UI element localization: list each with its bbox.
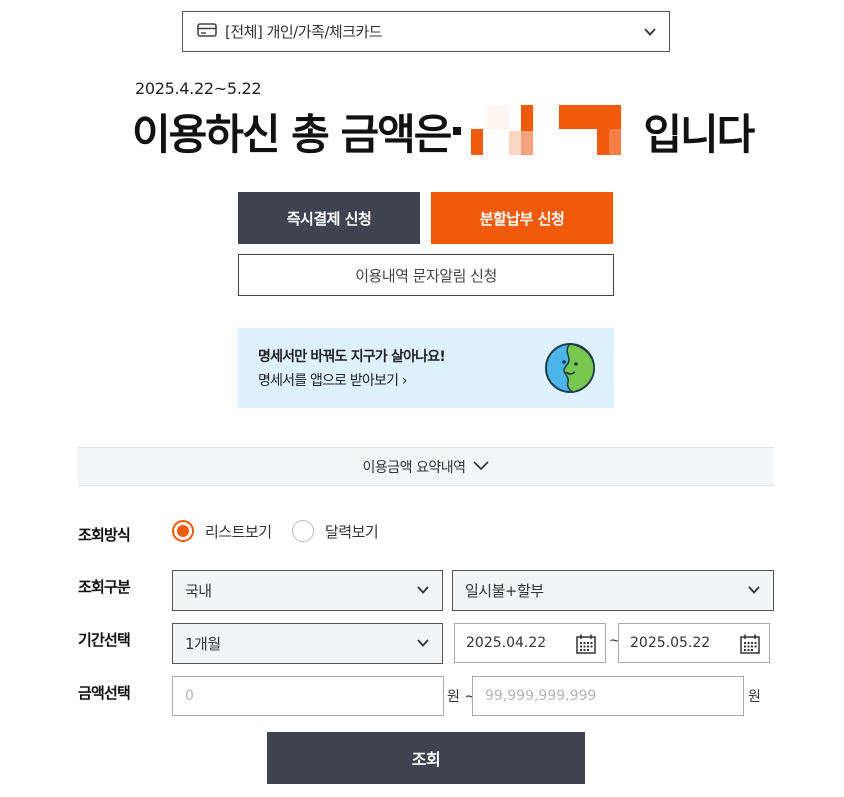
search-button[interactable]: 조회 [267,732,585,784]
banner-link[interactable]: 명세서를 앱으로 받아보기 › [258,370,407,390]
payment-type-select[interactable]: 일시불+할부 [452,570,774,611]
view-mode-label: 조회방식 [78,526,131,544]
chevron-down-icon [466,459,490,475]
category-label: 조회구분 [78,578,131,596]
radio-selected-indicator [172,520,194,542]
total-suffix: 입니다 [643,109,755,159]
amount-label: 금액선택 [78,684,131,702]
credit-card-icon [197,22,217,42]
masked-amount [469,105,639,157]
billing-period: 2025.4.22~5.22 [135,79,262,98]
usage-summary-toggle[interactable]: 이용금액 요약내역 [78,447,774,486]
calendar-icon[interactable] [575,633,597,659]
banner-headline: 명세서만 바꿔도 지구가 살아나요! [258,349,446,365]
eco-statement-banner[interactable]: 명세서만 바꿔도 지구가 살아나요! 명세서를 앱으로 받아보기 › [238,328,614,408]
card-type-select[interactable]: [전체] 개인/가족/체크카드 [182,11,670,52]
radio-list-view[interactable]: 리스트보기 [172,520,272,542]
region-select[interactable]: 국내 [172,570,443,611]
start-date-field[interactable]: 2025.04.22 [454,623,606,663]
min-amount-input[interactable] [172,676,444,716]
sms-alert-button[interactable]: 이용내역 문자알림 신청 [238,254,614,296]
chevron-down-icon [643,24,657,43]
region-select-value: 국내 [185,582,212,600]
max-amount-input[interactable] [472,676,744,716]
end-date-value: 2025.05.22 [630,635,711,651]
period-label: 기간선택 [78,631,131,649]
period-range-select[interactable]: 1개월 [172,623,443,664]
dot-mark [453,127,462,135]
max-amount-unit: 원 [748,689,761,705]
chevron-down-icon [747,583,761,601]
chevron-right-icon: › [401,373,408,389]
radio-calendar-view-label: 달력보기 [325,522,379,541]
end-date-field[interactable]: 2025.05.22 [618,623,770,663]
start-date-value: 2025.04.22 [466,635,547,651]
payment-type-select-value: 일시불+할부 [465,582,544,600]
total-amount-heading: 이용하신 총 금액은 입니다 [132,102,755,160]
installment-button[interactable]: 분할납부 신청 [431,192,613,244]
usage-summary-label: 이용금액 요약내역 [362,459,467,476]
earth-icon [544,342,596,398]
card-type-label: [전체] 개인/가족/체크카드 [225,23,383,41]
calendar-icon[interactable] [739,633,761,659]
banner-link-label: 명세서를 앱으로 받아보기 [258,373,399,389]
chevron-down-icon [416,583,430,601]
chevron-down-icon [416,636,430,654]
radio-list-view-label: 리스트보기 [205,522,272,541]
radio-calendar-view[interactable]: 달력보기 [292,520,379,542]
period-range-value: 1개월 [185,635,221,653]
radio-indicator [292,520,314,542]
total-prefix: 이용하신 총 금액은 [132,109,452,159]
instant-pay-button[interactable]: 즉시결제 신청 [238,192,420,244]
